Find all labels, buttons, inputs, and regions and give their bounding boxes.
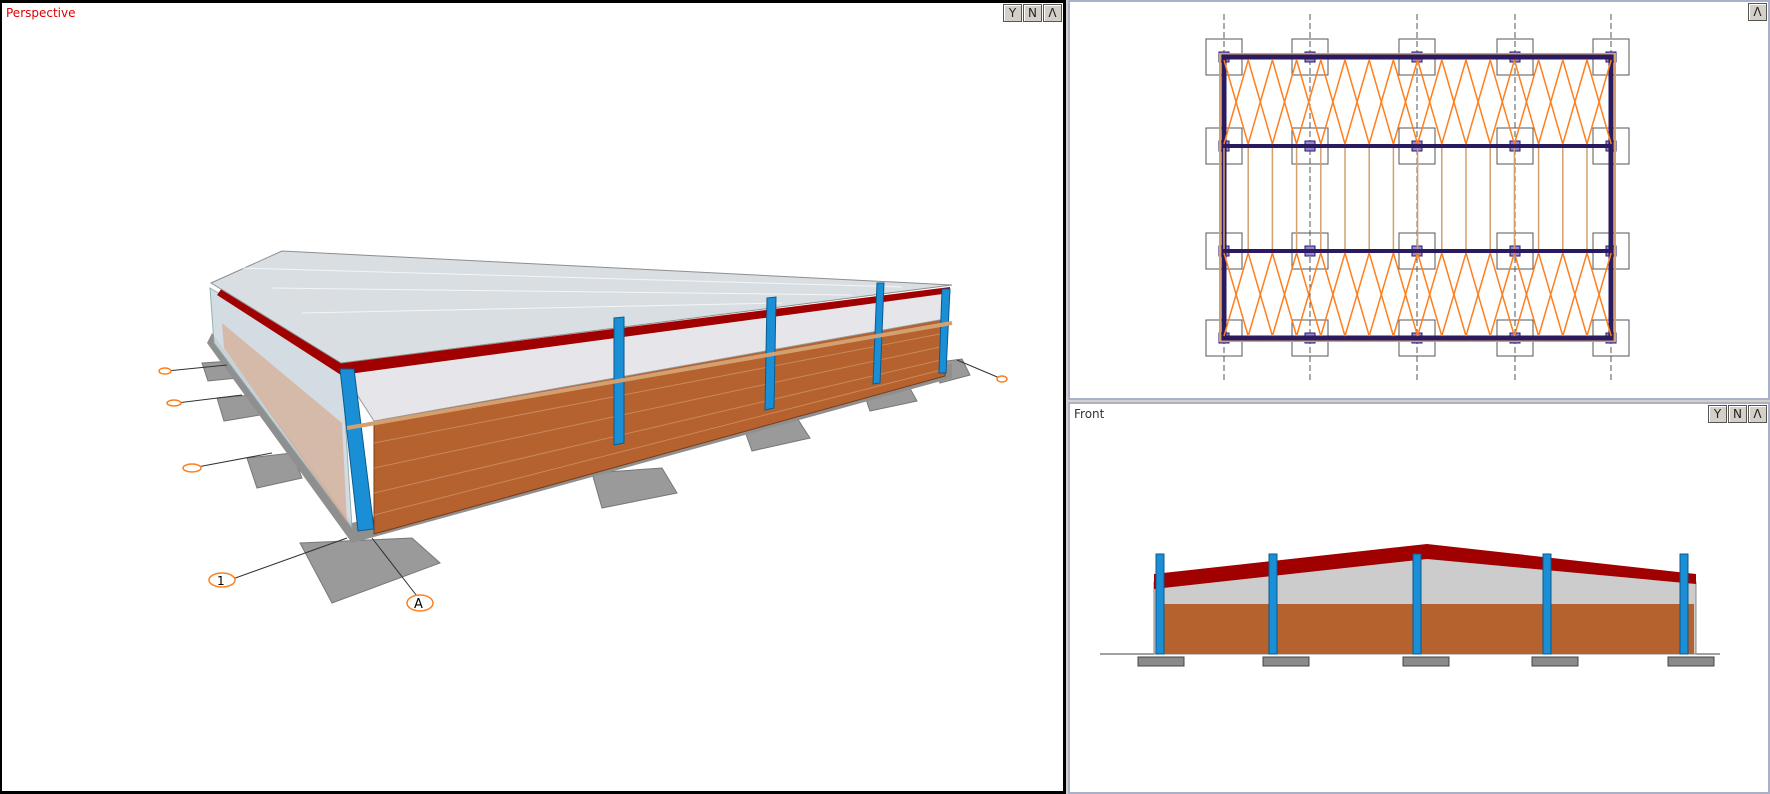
grid-label-a: A	[414, 597, 423, 612]
perspective-model: 1 A	[158, 250, 1008, 612]
plan-viewport[interactable]: Λ	[1068, 0, 1770, 400]
grid-label-1: 1	[217, 574, 225, 588]
perspective-viewport[interactable]: Perspective Y N Λ 1 A	[0, 0, 1066, 794]
front-model	[1100, 544, 1720, 667]
front-viewport[interactable]: Front Y N Λ	[1068, 402, 1770, 794]
plan-model	[1205, 14, 1630, 382]
